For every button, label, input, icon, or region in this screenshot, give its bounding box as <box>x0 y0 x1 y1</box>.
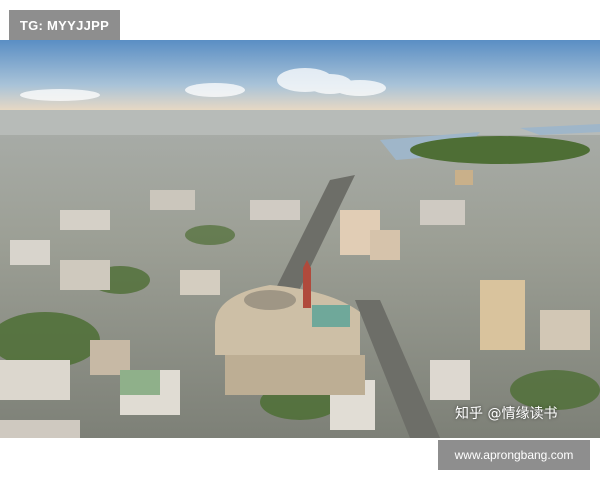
green-roof-building <box>120 370 160 395</box>
url-badge: www.aprongbang.com <box>438 440 590 470</box>
aerial-city-photo <box>0 40 600 438</box>
url-badge-text: www.aprongbang.com <box>454 448 574 462</box>
zhihu-watermark-text: 知乎 @情缘读书 <box>455 406 558 422</box>
tag-badge-text: TG: MYYJJPP <box>19 17 110 33</box>
city-panorama-illustration <box>0 40 600 438</box>
zhihu-watermark: 知乎 @情缘读书 <box>455 403 590 423</box>
tag-badge: TG: MYYJJPP <box>9 10 120 40</box>
